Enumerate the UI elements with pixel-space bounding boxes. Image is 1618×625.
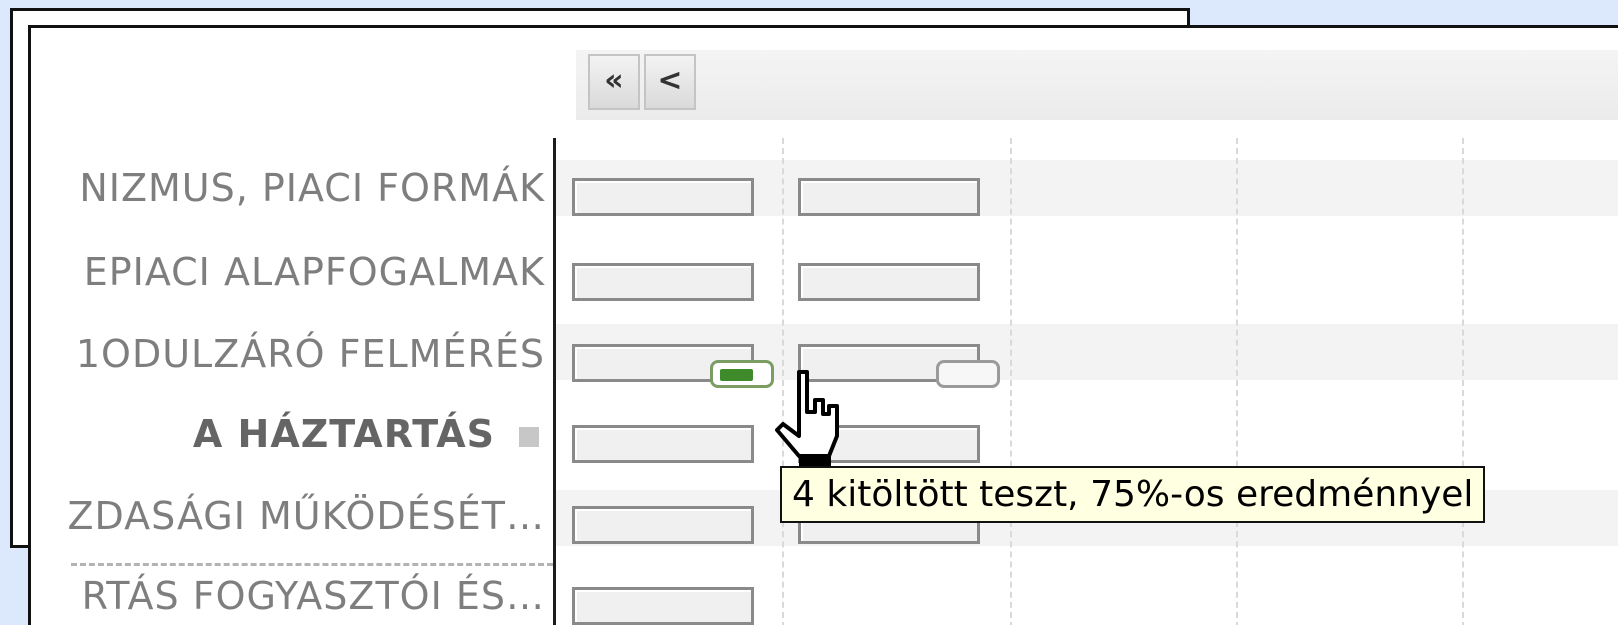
previous-page-button[interactable]: < (644, 54, 696, 110)
hand-pointer-icon (775, 370, 839, 466)
section-title: A HÁZTARTÁS (192, 412, 495, 456)
chevron-left-icon: < (657, 63, 683, 98)
progress-cell[interactable] (798, 263, 980, 301)
navigation-toolbar: « < (576, 50, 1618, 120)
progress-tooltip: 4 kitöltött teszt, 75%-os eredménnyel (780, 466, 1486, 523)
first-page-button[interactable]: « (588, 54, 640, 110)
progress-cell[interactable] (798, 178, 980, 216)
tooltip-text: 4 kitöltött teszt, 75%-os eredménnyel (792, 474, 1474, 515)
double-chevron-left-icon: « (604, 63, 624, 98)
section-bullet-icon (519, 426, 539, 447)
progress-cell[interactable] (572, 425, 754, 463)
row-label-module-exam[interactable]: 1ODULZÁRÓ FELMÉRÉS (76, 332, 545, 376)
course-progress-window: « < NIZMUS, PIACI FORMÁK EPIACI ALAPFOGA… (28, 25, 1618, 625)
row-label-household-consumer[interactable]: RTÁS FOGYASZTÓI ÉS… (82, 574, 545, 618)
progress-cell[interactable] (572, 178, 754, 216)
progress-cell[interactable] (572, 587, 754, 625)
progress-fill (720, 369, 753, 381)
progress-marker-second[interactable] (936, 360, 1000, 388)
row-labels: NIZMUS, PIACI FORMÁK EPIACI ALAPFOGALMAK… (31, 138, 553, 625)
progress-cell[interactable] (572, 263, 754, 301)
row-label-market-basics[interactable]: EPIACI ALAPFOGALMAK (84, 250, 545, 294)
row-label-economic-operation[interactable]: ZDASÁGI MŰKÖDÉSÉT… (68, 494, 545, 538)
section-divider (71, 563, 553, 566)
section-header-household[interactable]: A HÁZTARTÁS (193, 412, 539, 456)
progress-grid (553, 138, 1618, 625)
progress-cell[interactable] (572, 506, 754, 544)
grid-line (1236, 138, 1238, 625)
progress-marker-first[interactable] (710, 360, 774, 388)
grid-line (1462, 138, 1464, 625)
row-label-market-forms[interactable]: NIZMUS, PIACI FORMÁK (79, 166, 545, 210)
grid-line (1010, 138, 1012, 625)
